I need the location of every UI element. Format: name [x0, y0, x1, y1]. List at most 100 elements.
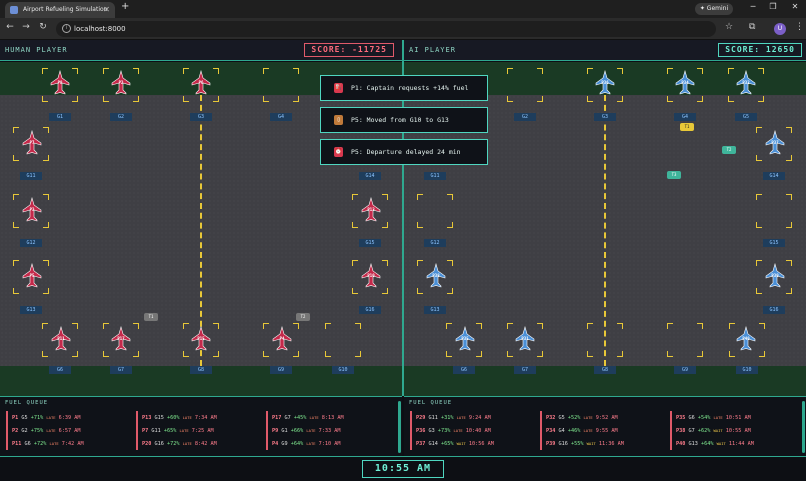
browser-tab[interactable]: Airport Refueling Simulation ✕	[5, 2, 115, 18]
queue-plane-id: P34	[546, 428, 556, 434]
gate-slot[interactable]	[587, 323, 623, 357]
queue-row[interactable]: P2 G2 +75% LATE 6:57 AM	[12, 424, 134, 437]
airplane[interactable]: P4	[272, 326, 292, 352]
bookmark-star-icon[interactable]: ☆	[725, 22, 733, 32]
gate-label: G11	[20, 172, 42, 180]
queue-row[interactable]: P13 G15 +60% LATE 7:34 AM	[142, 411, 264, 424]
gate-label: G9	[674, 366, 696, 374]
fuel-truck[interactable]: T2	[296, 313, 310, 321]
minimize-icon[interactable]: ─	[747, 2, 759, 11]
fuel-truck[interactable]: T1	[680, 123, 694, 131]
queue-gate: G16	[558, 441, 568, 447]
airplane[interactable]: P32	[736, 70, 756, 96]
queue-time: 9:52 AM	[595, 415, 618, 421]
gate-slot[interactable]	[507, 68, 543, 102]
queue-time: 8:42 AM	[194, 441, 217, 447]
airplane[interactable]: P5	[22, 263, 42, 289]
gate-slot[interactable]	[263, 68, 299, 102]
queue-scrollbar[interactable]	[802, 401, 805, 453]
profile-avatar[interactable]: U	[774, 23, 786, 35]
gemini-button[interactable]: ✦ Gemini	[695, 3, 733, 15]
airplane[interactable]: P40	[736, 326, 756, 352]
airplane[interactable]: P15	[191, 326, 211, 352]
airplane[interactable]: P31	[515, 326, 535, 352]
queue-row[interactable]: P20 G16 +72% LATE 8:42 AM	[142, 437, 264, 450]
queue-gate: G4	[558, 428, 565, 434]
queue-row[interactable]: P32 G5 +52% LATE 9:52 AM	[546, 411, 668, 424]
airplane[interactable]: P34	[675, 70, 695, 96]
close-tab-icon[interactable]: ✕	[103, 2, 110, 18]
queue-scrollbar[interactable]	[398, 401, 401, 453]
queue-row[interactable]: P34 G4 +46% LATE 9:55 AM	[546, 424, 668, 437]
menu-kebab-icon[interactable]: ⋮	[795, 22, 804, 32]
gate-slot[interactable]	[756, 194, 792, 228]
restore-icon[interactable]: ❐	[767, 2, 779, 11]
airplane[interactable]: P10	[361, 263, 381, 289]
queue-row[interactable]: P9 G1 +66% LATE 7:33 AM	[272, 424, 394, 437]
queue-plane-id: P32	[546, 415, 556, 421]
airplane[interactable]: P37	[765, 130, 785, 156]
alarm-clock-icon: ⏰	[334, 147, 343, 157]
queue-status: LATE	[179, 428, 189, 433]
airplane[interactable]: P6	[191, 70, 211, 96]
gate-label: G16	[763, 306, 785, 314]
queue-column: P32 G5 +52% LATE 9:52 AM P34 G4 +46% LATE…	[540, 411, 668, 450]
queue-row[interactable]: P37 G14 +65% WAIT 10:56 AM	[416, 437, 538, 450]
airplane[interactable]: P7	[22, 130, 42, 156]
queue-row[interactable]: P11 G6 +72% LATE 7:42 AM	[12, 437, 134, 450]
queue-row[interactable]: P40 G13 +64% WAIT 11:44 AM	[676, 437, 798, 450]
airplane[interactable]: P35	[455, 326, 475, 352]
extensions-icon[interactable]: ⧉	[749, 22, 755, 32]
queue-status: LATE	[453, 428, 463, 433]
queue-row[interactable]: P7 G11 +65% LATE 7:25 AM	[142, 424, 264, 437]
airplane[interactable]: P39	[765, 263, 785, 289]
queue-row[interactable]: P35 G6 +54% LATE 10:51 AM	[676, 411, 798, 424]
fuel-truck[interactable]: T1	[144, 313, 158, 321]
queue-fuel: +73%	[437, 428, 451, 434]
airplane-id: P37	[771, 140, 779, 145]
queue-fuel: +65%	[441, 441, 454, 447]
queue-fuel: +75%	[30, 428, 44, 434]
notification-toast: ⛽ P1: Captain requests +14% fuel	[320, 75, 488, 101]
site-info-icon[interactable]: i	[62, 24, 71, 33]
queue-row[interactable]: P17 G7 +45% LATE 8:13 AM	[272, 411, 394, 424]
queue-time: 11:36 AM	[598, 441, 624, 447]
queue-gate: G3	[428, 428, 435, 434]
queue-row[interactable]: P4 G9 +64% LATE 7:10 AM	[272, 437, 394, 450]
queue-plane-id: P7	[142, 428, 149, 434]
queue-row[interactable]: P1 G5 +71% LATE 6:39 AM	[12, 411, 134, 424]
queue-title: FUEL QUEUE	[5, 400, 49, 406]
gate-slot[interactable]	[417, 194, 453, 228]
airplane[interactable]: P13	[361, 197, 381, 223]
forward-icon[interactable]: →	[20, 22, 32, 32]
airplane-id: P40	[742, 336, 750, 341]
gate-slot[interactable]	[325, 323, 361, 357]
queue-gate: G13	[688, 441, 698, 447]
queue-status: LATE	[182, 415, 192, 420]
airplane[interactable]: P8	[50, 70, 70, 96]
airplane[interactable]: P11	[51, 326, 71, 352]
gate-slot[interactable]	[667, 323, 703, 357]
fuel-truck[interactable]: T2	[722, 146, 736, 154]
airplane[interactable]: P2	[111, 70, 131, 96]
queue-row[interactable]: P36 G3 +73% LATE 10:40 AM	[416, 424, 538, 437]
queue-row[interactable]: P39 G16 +55% WAIT 11:36 AM	[546, 437, 668, 450]
queue-status: LATE	[583, 428, 593, 433]
airplane[interactable]: P36	[595, 70, 615, 96]
airplane[interactable]: P38	[426, 263, 446, 289]
airplane[interactable]: P3	[22, 197, 42, 223]
gate-label: G9	[270, 366, 292, 374]
airplane-id: P2	[118, 80, 124, 85]
ai-player-label: AI PLAYER	[409, 46, 456, 54]
gate-label: G12	[20, 239, 42, 247]
back-icon[interactable]: ←	[4, 22, 16, 32]
queue-time: 6:39 AM	[58, 415, 81, 421]
airplane[interactable]: P17	[111, 326, 131, 352]
new-tab-icon[interactable]: +	[121, 1, 129, 12]
fuel-truck[interactable]: T3	[667, 171, 681, 179]
queue-row[interactable]: P29 G11 +31% LATE 9:24 AM	[416, 411, 538, 424]
reload-icon[interactable]: ↻	[37, 22, 49, 32]
queue-row[interactable]: P38 G7 +62% WAIT 10:55 AM	[676, 424, 798, 437]
url-input[interactable]: i localhost:8000	[56, 21, 716, 37]
close-window-icon[interactable]: ✕	[789, 2, 801, 11]
